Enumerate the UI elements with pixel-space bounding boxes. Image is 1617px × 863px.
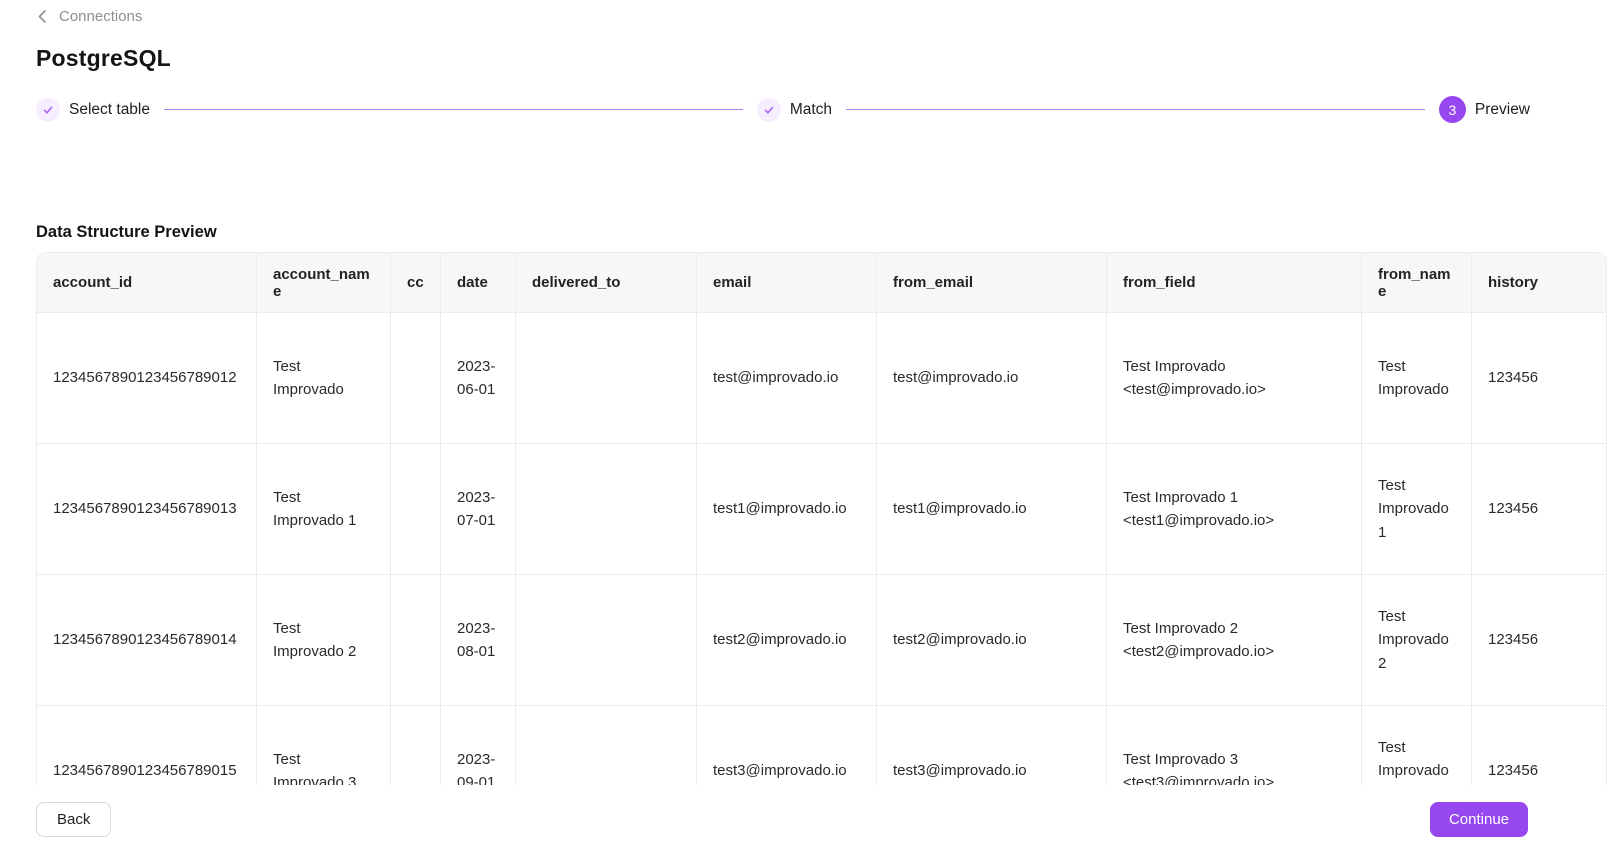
step-label: Match — [789, 100, 833, 118]
step-number-badge: 3 — [1438, 96, 1466, 123]
table-cell: Test Improvado — [257, 313, 391, 444]
column-header-from_name: from_name — [1362, 253, 1472, 313]
step-match[interactable]: Match — [756, 97, 833, 122]
back-button[interactable]: Back — [36, 802, 112, 837]
table-cell — [516, 575, 697, 706]
breadcrumb-connections[interactable]: Connections — [0, 0, 142, 25]
column-header-cc: cc — [391, 253, 441, 313]
step-select-table[interactable]: Select table — [36, 97, 150, 122]
table-cell: test2@improvado.io — [697, 575, 877, 706]
table-cell: test1@improvado.io — [877, 444, 1107, 575]
page-title: PostgreSQL — [36, 45, 171, 71]
data-preview-table-container: account_id account_name cc date delivered_to… — [36, 252, 1607, 863]
table-row: 1234567890123456789013 Test Improvado 1 20… — [37, 444, 1606, 575]
column-header-delivered_to: delivered_to — [516, 253, 697, 313]
step-label: Select table — [69, 100, 150, 118]
table-cell: 123456 — [1472, 313, 1606, 444]
column-header-from_email: from_email — [877, 253, 1107, 313]
step-done-check-icon — [36, 97, 60, 122]
column-header-history: history — [1472, 253, 1606, 313]
column-header-account_name: account_name — [257, 253, 391, 313]
table-cell: 123456 — [1472, 444, 1606, 575]
table-cell: 1234567890123456789013 — [37, 444, 257, 575]
table-row: 1234567890123456789014 Test Improvado 2 20… — [37, 575, 1606, 706]
column-header-account_id: account_id — [37, 253, 257, 313]
data-structure-preview-title: Data Structure Preview — [36, 223, 217, 241]
table-cell: Test Improvado 1 <test1@improvado.io> — [1107, 444, 1362, 575]
step-done-check-icon — [756, 97, 781, 122]
table-cell: Test Improvado 2 — [1362, 575, 1472, 706]
wizard-stepper: Select table Match 3 Preview — [36, 96, 1530, 123]
table-cell: 1234567890123456789014 — [37, 575, 257, 706]
breadcrumb-label: Connections — [59, 8, 143, 25]
table-cell: 2023-07-01 — [441, 444, 516, 575]
column-header-email: email — [697, 253, 877, 313]
table-cell — [391, 575, 441, 706]
stepper-connector — [164, 109, 743, 110]
table-cell: Test Improvado 1 — [1362, 444, 1472, 575]
table-header-row: account_id account_name cc date delivered_to… — [37, 253, 1606, 313]
table-cell: 2023-06-01 — [441, 313, 516, 444]
table-cell: 2023-08-01 — [441, 575, 516, 706]
continue-button[interactable]: Continue — [1429, 802, 1528, 837]
table-cell — [391, 313, 441, 444]
step-label: Preview — [1474, 100, 1531, 118]
table-cell: Test Improvado — [1362, 313, 1472, 444]
step-preview[interactable]: 3 Preview — [1438, 96, 1531, 123]
table-row: 1234567890123456789012 Test Improvado 2023… — [37, 313, 1606, 444]
column-header-date: date — [441, 253, 516, 313]
table-cell: test@improvado.io — [877, 313, 1107, 444]
stepper-connector — [846, 109, 1425, 110]
postgresql-preview-page: Connections PostgreSQL Select table Matc… — [0, 0, 1617, 863]
table-cell: 123456 — [1472, 575, 1606, 706]
table-cell: Test Improvado 2 — [257, 575, 391, 706]
column-header-from_field: from_field — [1107, 253, 1362, 313]
table-cell: Test Improvado <test@improvado.io> — [1107, 313, 1362, 444]
table-cell — [391, 444, 441, 575]
data-preview-table: account_id account_name cc date delivered_to… — [37, 253, 1606, 837]
table-cell: test1@improvado.io — [697, 444, 877, 575]
table-cell — [516, 313, 697, 444]
table-cell: 1234567890123456789012 — [37, 313, 257, 444]
chevron-left-icon — [36, 9, 49, 24]
footer-bar: Back Continue — [0, 785, 1617, 863]
table-cell: test2@improvado.io — [877, 575, 1107, 706]
table-cell: Test Improvado 2 <test2@improvado.io> — [1107, 575, 1362, 706]
table-cell — [516, 444, 697, 575]
table-cell: test@improvado.io — [697, 313, 877, 444]
table-cell: Test Improvado 1 — [257, 444, 391, 575]
